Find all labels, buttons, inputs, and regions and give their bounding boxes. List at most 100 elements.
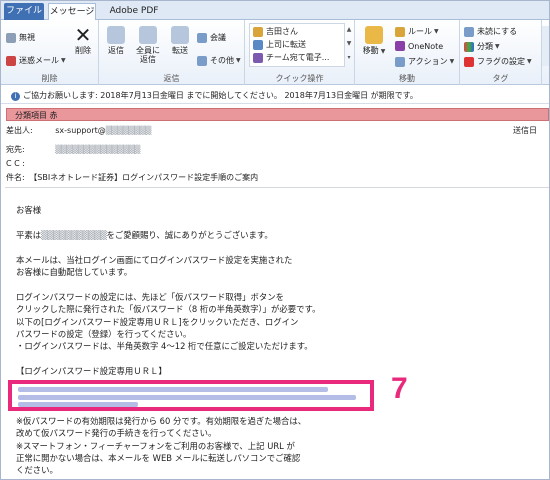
quick-step-2[interactable]: 上司に転送: [253, 39, 306, 50]
cc-row: C C :: [6, 158, 25, 170]
categorize-label: 分類: [477, 42, 493, 51]
body-line: 以下の[ログインパスワード設定専用ＵＲＬ]をクリックいただき、ログイン: [16, 316, 299, 327]
tags-group-label: タグ: [492, 74, 509, 83]
move-button[interactable]: 移動 ▼: [361, 26, 387, 56]
forward-to-manager-icon: [253, 39, 263, 50]
rules-icon: [395, 26, 405, 37]
move-label: 移動: [362, 46, 379, 55]
unread-label: 未読にする: [477, 27, 518, 36]
body-line: ※仮パスワードの有効期限は発行から 60 分です。有効期限を過ぎた場合は、: [16, 415, 307, 426]
team-email-icon: [253, 52, 263, 63]
ribbon-overflow[interactable]: [542, 26, 549, 66]
ignore-icon: [6, 32, 16, 43]
subject-value: 【SBIネオトレード証券】ログインパスワード設定手順のご案内: [29, 173, 259, 182]
dropdown-arrow-icon: ▼: [61, 57, 66, 64]
body-line: 平素は▒▒▒▒▒▒▒▒▒▒▒をご愛顧賜り、誠にありがとうございます。: [16, 229, 396, 241]
password-url-link-highlight[interactable]: [8, 380, 374, 411]
quick-step-3-label: チーム宛て電子...: [266, 53, 330, 62]
move-folder-icon: [365, 26, 383, 44]
follow-up-button[interactable]: フラグの設定 ▼: [464, 56, 532, 67]
quick-steps-group: 吉田さん 上司に転送 チーム宛て電子... ▲ ▼ ▾ クイック操作: [245, 20, 355, 85]
to-row: 宛先: ▒▒▒▒▒▒▒▒▒▒▒▒▒▒▒: [6, 144, 141, 156]
reply-all-button[interactable]: 全員に 返信: [135, 26, 161, 64]
forward-button[interactable]: 転送: [167, 26, 193, 55]
onenote-icon: [395, 41, 405, 51]
reply-button[interactable]: 返信: [103, 26, 129, 55]
tab-message[interactable]: メッセージ: [48, 3, 96, 20]
reply-all-icon: [139, 26, 157, 44]
mark-unread-button[interactable]: 未読にする: [464, 26, 517, 37]
quick-step-2-label: 上司に転送: [266, 40, 306, 49]
meeting-button[interactable]: 会議: [197, 32, 226, 43]
actions-label: アクション: [408, 57, 448, 66]
url-link-line[interactable]: [18, 387, 328, 392]
redacted-name: ▒▒▒▒▒▒▒▒▒▒▒: [41, 229, 107, 240]
ribbon-tab-bar: ファイル メッセージ Adobe PDF: [1, 1, 549, 20]
unread-icon: [464, 26, 474, 37]
rules-button[interactable]: ルール ▼: [395, 26, 439, 37]
actions-button[interactable]: アクション ▼: [395, 56, 454, 67]
move-group-label: 移動: [399, 74, 415, 83]
url-link-line[interactable]: [18, 395, 356, 400]
gallery-scroll[interactable]: ▲ ▼ ▾: [345, 23, 353, 67]
quick-step-3[interactable]: チーム宛て電子...: [253, 52, 329, 63]
delete-group-label: 削除: [41, 74, 58, 83]
body-line: ※スマートフォン・フィーチャーフォンをご利用のお客様で、上記 URL が: [16, 440, 295, 451]
subject-label: 件名:: [6, 173, 25, 182]
ignore-label: 無視: [19, 33, 35, 42]
followup-label: フラグの設定: [477, 57, 525, 66]
categorize-button[interactable]: 分類 ▼: [464, 41, 500, 52]
category-bar: 分類項目 赤: [6, 108, 549, 121]
quick-step-1-label: 吉田さん: [266, 27, 298, 36]
tab-file[interactable]: ファイル: [4, 3, 44, 20]
ignore-button[interactable]: 無視: [6, 32, 35, 43]
respond-group: 返信 全員に 返信 転送 会議 その他 ▼ 返信: [99, 20, 245, 85]
delete-label: 削除: [75, 46, 91, 55]
forward-icon: [171, 26, 189, 44]
body-text: をご愛顧賜り、誠にありがとうございます。: [106, 229, 273, 240]
quick-steps-group-label: クイック操作: [275, 74, 324, 83]
person-icon: [253, 26, 263, 37]
step-number-annotation: 7: [391, 372, 408, 405]
body-line: ・ログインパスワードは、半角英数字 4～12 桁で任意にご設定いただけます。: [16, 341, 313, 352]
meeting-icon: [197, 32, 207, 43]
move-group: 移動 ▼ ルール ▼ OneNote アクション ▼ 移動: [355, 20, 460, 85]
reply-icon: [107, 26, 125, 44]
onenote-button[interactable]: OneNote: [395, 41, 443, 51]
dropdown-arrow-icon: ▼: [236, 57, 241, 64]
to-label: 宛先:: [6, 145, 25, 154]
reply-all-label-2: 返信: [140, 55, 156, 64]
url-link-line[interactable]: [18, 402, 138, 407]
body-line: クリックした際に発行された「仮パスワード（8 桁の半角英数字）」が必要です。: [16, 304, 321, 315]
delete-group: 無視 迷惑メール ▼ ✕ 削除 削除: [1, 20, 99, 85]
dropdown-arrow-icon: ▼: [495, 43, 500, 50]
junk-icon: [6, 55, 16, 66]
info-bar: i ご協力お願いします: 2018年7月13日金曜日 までに開始してください。 2…: [1, 86, 549, 104]
cc-label: C C :: [6, 159, 25, 168]
info-bar-text: ご協力お願いします: 2018年7月13日金曜日 までに開始してください。 20…: [23, 91, 418, 100]
delete-x-icon: ✕: [74, 23, 92, 47]
forward-label: 転送: [172, 46, 188, 55]
from-row: 差出人: sx-support@▒▒▒▒▒▒▒▒: [6, 125, 151, 137]
tab-adobe-pdf[interactable]: Adobe PDF: [105, 3, 163, 20]
dropdown-arrow-icon: ▼: [449, 58, 455, 65]
more-respond-button[interactable]: その他 ▼: [197, 55, 241, 66]
body-line: お客様: [16, 205, 42, 215]
more-label: その他: [210, 56, 234, 65]
reply-all-label-1: 全員に: [136, 46, 160, 55]
to-value-redacted[interactable]: ▒▒▒▒▒▒▒▒▒▒▒▒▒▒▒: [55, 145, 140, 154]
flag-icon: [464, 56, 474, 67]
more-icon: [197, 55, 207, 66]
junk-button[interactable]: 迷惑メール ▼: [6, 55, 66, 66]
body-text: 平素は: [16, 229, 42, 240]
body-line: 本メールは、当社ログイン画面にてログインパスワード設定を実施された: [16, 254, 293, 265]
body-line: パスワードの設定（登録）を行ってください。: [16, 329, 192, 340]
onenote-label: OneNote: [408, 41, 444, 51]
header-divider: [5, 187, 549, 188]
quick-step-1[interactable]: 吉田さん: [253, 26, 298, 37]
tags-group: 未読にする 分類 ▼ フラグの設定 ▼ タグ: [460, 20, 542, 85]
body-line: 改めて仮パスワード発行の手続きを行ってください。: [16, 428, 217, 439]
dropdown-arrow-icon: ▼: [434, 28, 439, 35]
delete-button[interactable]: ✕ 削除: [71, 23, 95, 55]
from-value[interactable]: sx-support@: [55, 126, 106, 135]
